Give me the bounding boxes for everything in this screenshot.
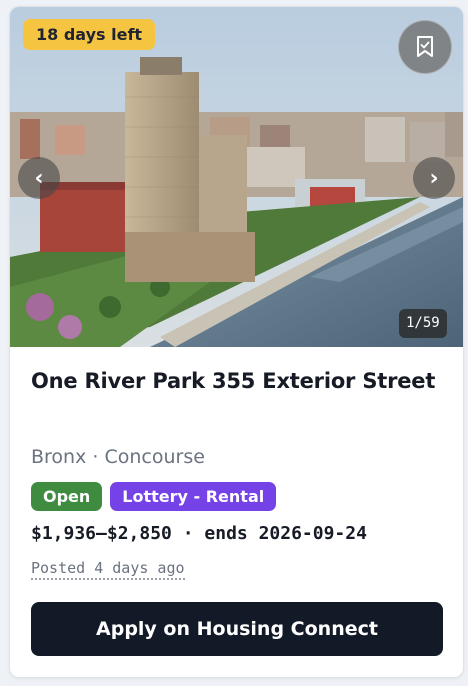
listing-title: One River Park 355 Exterior Street xyxy=(31,369,436,393)
apply-button[interactable]: Apply on Housing Connect xyxy=(31,602,443,656)
status-badge: Open xyxy=(31,482,103,511)
posted-date: Posted 4 days ago xyxy=(31,558,185,580)
previous-photo-button[interactable]: ‹ xyxy=(18,157,60,199)
price-range: $1,936–$2,850 · ends 2026-09-24 xyxy=(31,523,367,544)
listing-card: 18 days left ‹ › 1/59 One River Park 355… xyxy=(9,6,464,678)
photo-image xyxy=(10,7,463,347)
chevron-right-icon: › xyxy=(429,165,439,191)
type-badge: Lottery - Rental xyxy=(110,482,277,511)
tag-list: Open Lottery - Rental xyxy=(31,482,277,511)
photo-counter: 1/59 xyxy=(399,309,447,338)
save-button[interactable] xyxy=(398,20,452,74)
next-photo-button[interactable]: › xyxy=(413,157,455,199)
bookmark-icon xyxy=(417,36,433,57)
chevron-left-icon: ‹ xyxy=(34,165,44,191)
days-left-badge: 18 days left xyxy=(23,19,156,50)
listing-location: Bronx · Concourse xyxy=(31,446,205,468)
listing-photo[interactable]: 18 days left ‹ › 1/59 xyxy=(10,7,463,347)
